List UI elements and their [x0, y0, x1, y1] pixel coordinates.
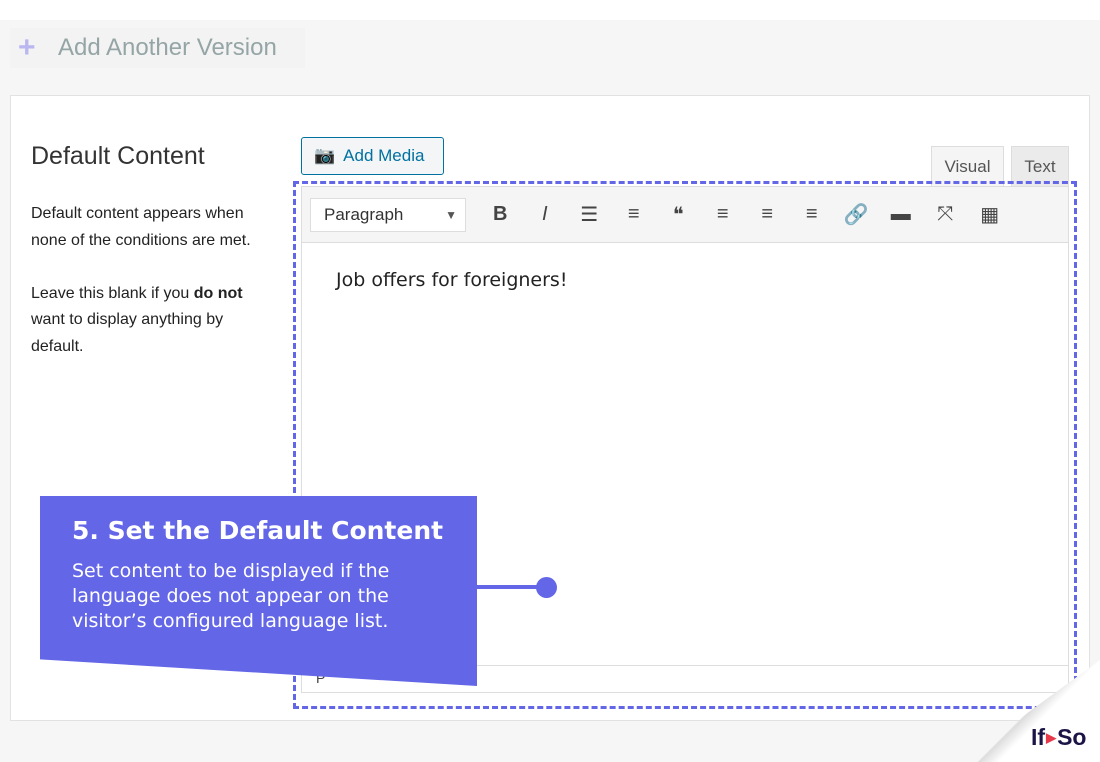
ifso-logo: If ▶ So: [1031, 724, 1087, 750]
tab-visual[interactable]: Visual: [931, 146, 1004, 186]
plus-icon: +: [18, 31, 36, 64]
tab-text[interactable]: Text: [1011, 146, 1069, 186]
media-icon: 📷: [314, 146, 336, 165]
callout-connector: [477, 585, 545, 589]
section-title: Default Content: [31, 142, 205, 170]
add-media-button[interactable]: 📷 Add Media: [301, 137, 444, 175]
add-another-version-button[interactable]: + Add Another Version: [10, 28, 305, 68]
top-band: [0, 0, 1100, 20]
section-description: Default content appears when none of the…: [31, 205, 251, 355]
callout: 5. Set the Default Content Set content t…: [40, 496, 477, 686]
triangle-icon: ▶: [1046, 729, 1057, 745]
callout-dot: [536, 577, 557, 598]
